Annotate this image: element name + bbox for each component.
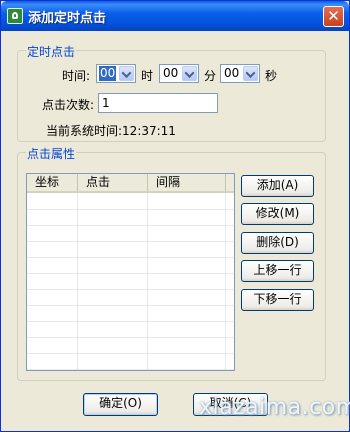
close-icon: ✕: [327, 7, 340, 25]
click-count-label: 点击次数:: [42, 98, 95, 112]
column-header-click[interactable]: 点击: [78, 174, 148, 191]
grid-line: [27, 209, 234, 210]
grid-line: [27, 241, 234, 242]
column-header-coords[interactable]: 坐标: [27, 174, 78, 191]
second-unit: 秒: [265, 69, 278, 83]
grid-line: [27, 337, 234, 338]
column-header-interval[interactable]: 间隔: [148, 174, 226, 191]
grid-line: [27, 257, 234, 258]
grid-line: [27, 305, 234, 306]
dialog-window: 添加定时点击 ✕ 定时点击 时间: 00 时 00 分 00 秒 点击次数: 1…: [0, 0, 350, 432]
hour-select[interactable]: 00: [96, 64, 136, 83]
grid-line: [147, 193, 148, 370]
system-time-readout: 当前系统时间:12:37:11: [46, 124, 176, 138]
timer-group-label: 定时点击: [26, 43, 77, 60]
minute-select[interactable]: 00: [159, 64, 199, 83]
hour-value: 00: [99, 66, 117, 81]
grid-line: [27, 369, 234, 370]
time-label: 时间:: [62, 69, 91, 83]
close-button[interactable]: ✕: [323, 6, 344, 27]
chevron-down-icon[interactable]: [243, 66, 258, 81]
second-select[interactable]: 00: [220, 64, 260, 83]
chevron-down-icon[interactable]: [182, 66, 197, 81]
click-list-table[interactable]: 坐标 点击 间隔: [26, 173, 235, 371]
move-up-button[interactable]: 上移一行: [241, 260, 314, 282]
move-down-button[interactable]: 下移一行: [241, 289, 314, 311]
click-props-group-label: 点击属性: [26, 145, 77, 162]
edit-button[interactable]: 修改(M): [241, 203, 314, 225]
grid-line: [27, 353, 234, 354]
hour-unit: 时: [141, 69, 154, 83]
window-title: 添加定时点击: [28, 11, 107, 26]
app-icon: [7, 8, 23, 24]
title-bar[interactable]: 添加定时点击 ✕: [1, 1, 349, 31]
table-header: 坐标 点击 间隔: [27, 174, 234, 193]
add-button[interactable]: 添加(A): [241, 175, 314, 197]
site-watermark: xiazaima.com: [199, 395, 350, 420]
grid-line: [27, 273, 234, 274]
grid-line: [27, 321, 234, 322]
grid-line: [27, 225, 234, 226]
grid-line: [27, 289, 234, 290]
grid-line: [77, 193, 78, 370]
ok-button[interactable]: 确定(O): [83, 393, 158, 416]
minute-value: 00: [163, 66, 179, 80]
delete-button[interactable]: 删除(D): [241, 232, 314, 254]
chevron-down-icon[interactable]: [119, 66, 134, 81]
second-value: 00: [224, 66, 240, 80]
grid-line: [225, 193, 226, 370]
click-count-input[interactable]: 1: [98, 93, 218, 113]
minute-unit: 分: [204, 69, 217, 83]
